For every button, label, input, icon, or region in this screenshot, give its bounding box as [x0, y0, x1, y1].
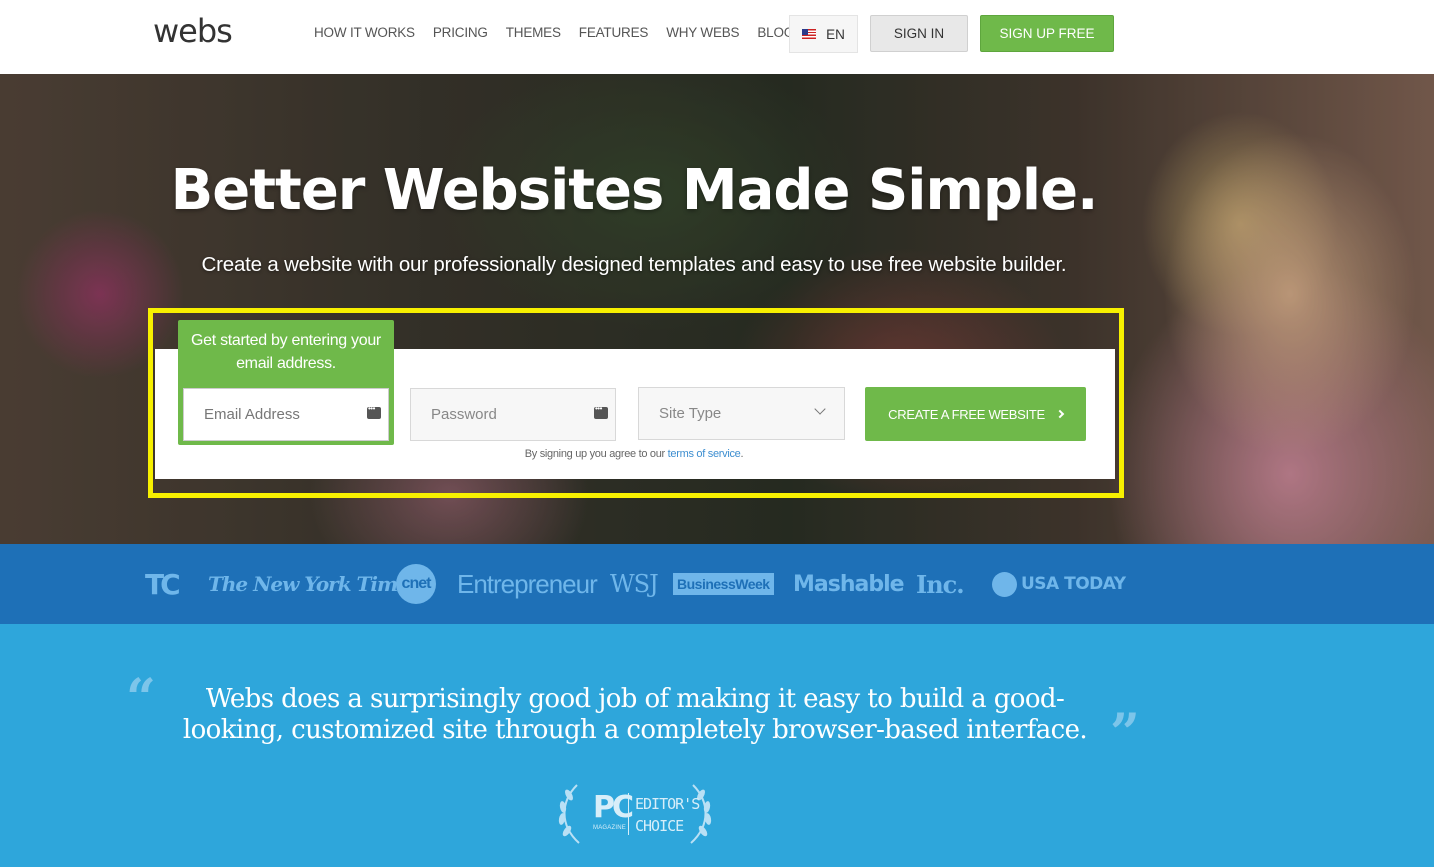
chevron-down-icon — [814, 403, 826, 415]
hero-section: Better Websites Made Simple. Create a we… — [0, 74, 1434, 544]
hero-subtitle: Create a website with our professionally… — [201, 253, 1067, 276]
nav-why-webs[interactable]: WHY WEBS — [666, 25, 739, 40]
webs-logo[interactable]: webs — [153, 12, 233, 50]
nytimes-logo: The New York Times — [208, 572, 420, 596]
pcmag-editors-choice-badge: PC MAGAZINE EDITOR'S CHOICE — [555, 779, 715, 849]
nav-how-it-works[interactable]: HOW IT WORKS — [314, 25, 415, 40]
email-placeholder: Email Address — [204, 406, 300, 423]
cnet-logo: cnet — [396, 544, 436, 624]
usatoday-logo-text: USA TODAY — [1021, 574, 1126, 594]
password-manager-icon[interactable] — [367, 404, 381, 419]
mashable-logo: Mashable — [793, 571, 905, 597]
site-header: webs HOW IT WORKS PRICING THEMES FEATURE… — [0, 0, 1434, 74]
password-field[interactable]: Password — [410, 388, 616, 441]
create-website-button[interactable]: CREATE A FREE WEBSITE — [865, 387, 1086, 441]
pcmag-magazine-text: MAGAZINE — [593, 825, 626, 831]
choice-line: CHOICE — [635, 817, 684, 835]
pcmag-pc-text: PC — [593, 790, 634, 825]
editors-line: EDITOR'S — [635, 795, 700, 813]
usatoday-logo: USA TODAY — [992, 544, 1126, 624]
usatoday-dot-icon — [992, 571, 1017, 597]
chevron-right-icon — [1055, 409, 1065, 419]
sign-up-button[interactable]: SIGN UP FREE — [980, 15, 1114, 52]
badge-divider — [628, 793, 629, 835]
businessweek-logo: BusinessWeek — [673, 544, 774, 624]
language-label: EN — [826, 26, 845, 42]
password-placeholder: Password — [431, 406, 497, 423]
testimonial-quote: Webs does a surprisingly good job of mak… — [182, 684, 1088, 745]
language-selector[interactable]: EN — [789, 15, 858, 53]
techcrunch-logo: TC — [145, 567, 181, 601]
inc-logo: Inc. — [916, 569, 965, 599]
close-quote-icon: ” — [1110, 703, 1140, 764]
businessweek-logo-text: BusinessWeek — [673, 573, 774, 595]
press-logos-bar: TC The New York Times cnet Entrepreneur … — [0, 544, 1434, 624]
hero-title: Better Websites Made Simple. — [170, 158, 1099, 223]
sign-in-button[interactable]: SIGN IN — [870, 15, 968, 52]
us-flag-icon — [802, 29, 817, 39]
create-website-label: CREATE A FREE WEBSITE — [888, 406, 1045, 422]
nav-features[interactable]: FEATURES — [579, 25, 649, 40]
password-manager-icon[interactable] — [594, 404, 608, 419]
site-type-select[interactable]: Site Type — [638, 387, 845, 440]
site-type-label: Site Type — [659, 405, 722, 422]
email-field[interactable]: Email Address — [183, 388, 389, 441]
terms-prefix: By signing up you agree to our — [524, 448, 668, 460]
open-quote-icon: “ — [126, 668, 156, 729]
nav-themes[interactable]: THEMES — [506, 25, 561, 40]
email-tip-text: Get started by entering your email addre… — [191, 332, 381, 372]
nav-pricing[interactable]: PRICING — [433, 25, 488, 40]
terms-notice: By signing up you agree to our terms of … — [410, 448, 858, 460]
terms-of-service-link[interactable]: terms of service — [668, 448, 741, 460]
testimonial-section: “ Webs does a surprisingly good job of m… — [0, 624, 1434, 867]
editors-choice-text: EDITOR'S CHOICE — [635, 793, 700, 837]
terms-suffix: . — [740, 448, 744, 460]
wsj-logo: WSJ — [610, 570, 659, 598]
cnet-logo-text: cnet — [396, 564, 436, 604]
entrepreneur-logo: Entrepreneur — [457, 568, 598, 599]
main-nav: HOW IT WORKS PRICING THEMES FEATURES WHY… — [314, 25, 812, 40]
